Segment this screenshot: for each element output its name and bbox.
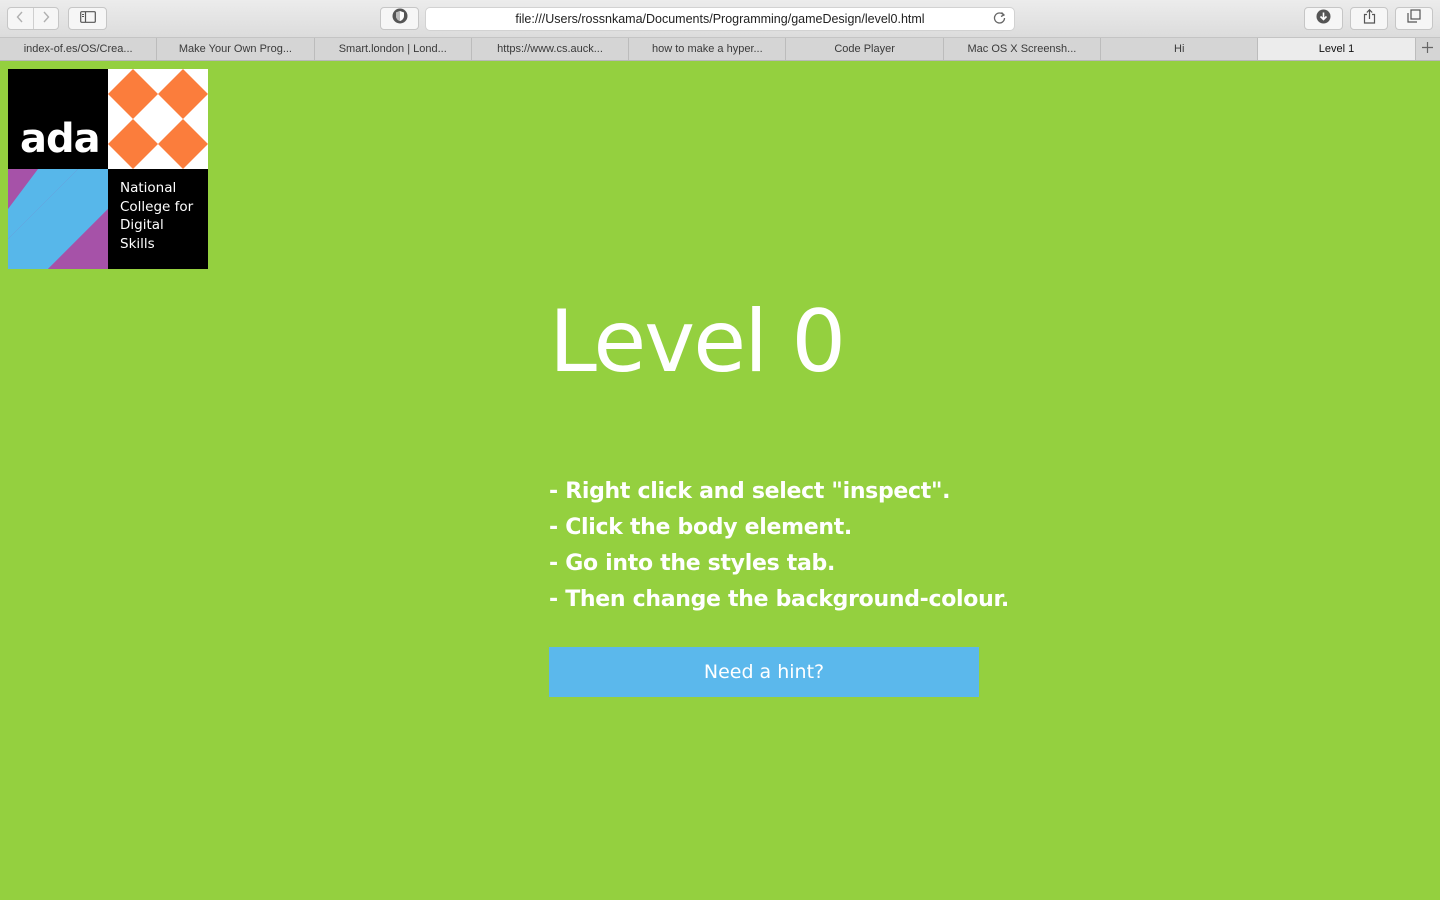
sidebar-icon (79, 10, 96, 28)
logo-college-text: National College for Digital Skills (120, 179, 206, 253)
instructions-list: - Right click and select "inspect". - Cl… (549, 474, 1009, 618)
url-text: file:///Users/rossnkama/Documents/Progra… (515, 12, 925, 26)
forward-button[interactable] (32, 8, 59, 29)
tabs-overview-icon (1407, 9, 1421, 28)
tab-bar: index-of.es/OS/Crea... Make Your Own Pro… (0, 38, 1440, 61)
reload-icon[interactable] (993, 11, 1006, 27)
share-button[interactable] (1350, 7, 1388, 30)
chevron-right-icon (42, 10, 50, 27)
download-icon (1316, 9, 1331, 29)
ada-logo: ada National College for Digital Skills (8, 69, 208, 269)
browser-toolbar: file:///Users/rossnkama/Documents/Progra… (0, 0, 1440, 38)
tab-label: index-of.es/OS/Crea... (23, 43, 133, 55)
tab[interactable]: Hi (1101, 38, 1259, 60)
logo-brand-text: ada (20, 116, 101, 162)
share-icon (1363, 8, 1376, 29)
downloads-button[interactable] (1304, 7, 1343, 30)
logo-college-line: Skills (120, 235, 155, 252)
logo-college-line: National (120, 180, 177, 196)
hint-button[interactable]: Need a hint? (549, 647, 979, 697)
plus-icon (1422, 40, 1434, 58)
tab-label: Mac OS X Screensh... (967, 43, 1077, 55)
address-bar[interactable]: file:///Users/rossnkama/Documents/Progra… (425, 7, 1015, 31)
tab[interactable]: index-of.es/OS/Crea... (0, 38, 158, 60)
chevron-left-icon (16, 10, 24, 27)
privacy-button[interactable] (380, 7, 419, 30)
tab-label: Code Player (834, 43, 895, 55)
new-tab-button[interactable] (1416, 38, 1440, 60)
tab[interactable]: Mac OS X Screensh... (944, 38, 1102, 60)
instruction-item: - Then change the background-colour. (549, 587, 1009, 612)
tab-label: Level 1 (1318, 43, 1355, 55)
instruction-item: - Go into the styles tab. (549, 551, 836, 576)
tab[interactable]: Smart.london | Lond... (315, 38, 472, 60)
instruction-item: - Click the body element. (549, 515, 852, 540)
logo-college-line: Digital (120, 217, 164, 233)
tab[interactable]: Code Player (786, 38, 944, 60)
logo-college-line: College for (120, 198, 194, 215)
tabs-overview-button[interactable] (1395, 7, 1433, 30)
tab-label: Hi (1174, 43, 1185, 55)
tab-label: how to make a hyper... (652, 43, 763, 55)
tab[interactable]: Make Your Own Prog... (157, 38, 315, 60)
page-title: Level 0 (549, 292, 846, 392)
instruction-item: - Right click and select "inspect". (549, 479, 951, 504)
tab[interactable]: how to make a hyper... (629, 38, 787, 60)
nav-buttons (7, 7, 59, 30)
sidebar-button[interactable] (68, 7, 107, 30)
tab-active[interactable]: Level 1 (1258, 38, 1416, 60)
tab-label: Smart.london | Lond... (338, 43, 447, 55)
tab-label: https://www.cs.auck... (497, 43, 603, 55)
shield-icon (392, 8, 408, 29)
tab[interactable]: https://www.cs.auck... (472, 38, 630, 60)
back-button[interactable] (8, 8, 33, 29)
tab-label: Make Your Own Prog... (178, 43, 292, 55)
